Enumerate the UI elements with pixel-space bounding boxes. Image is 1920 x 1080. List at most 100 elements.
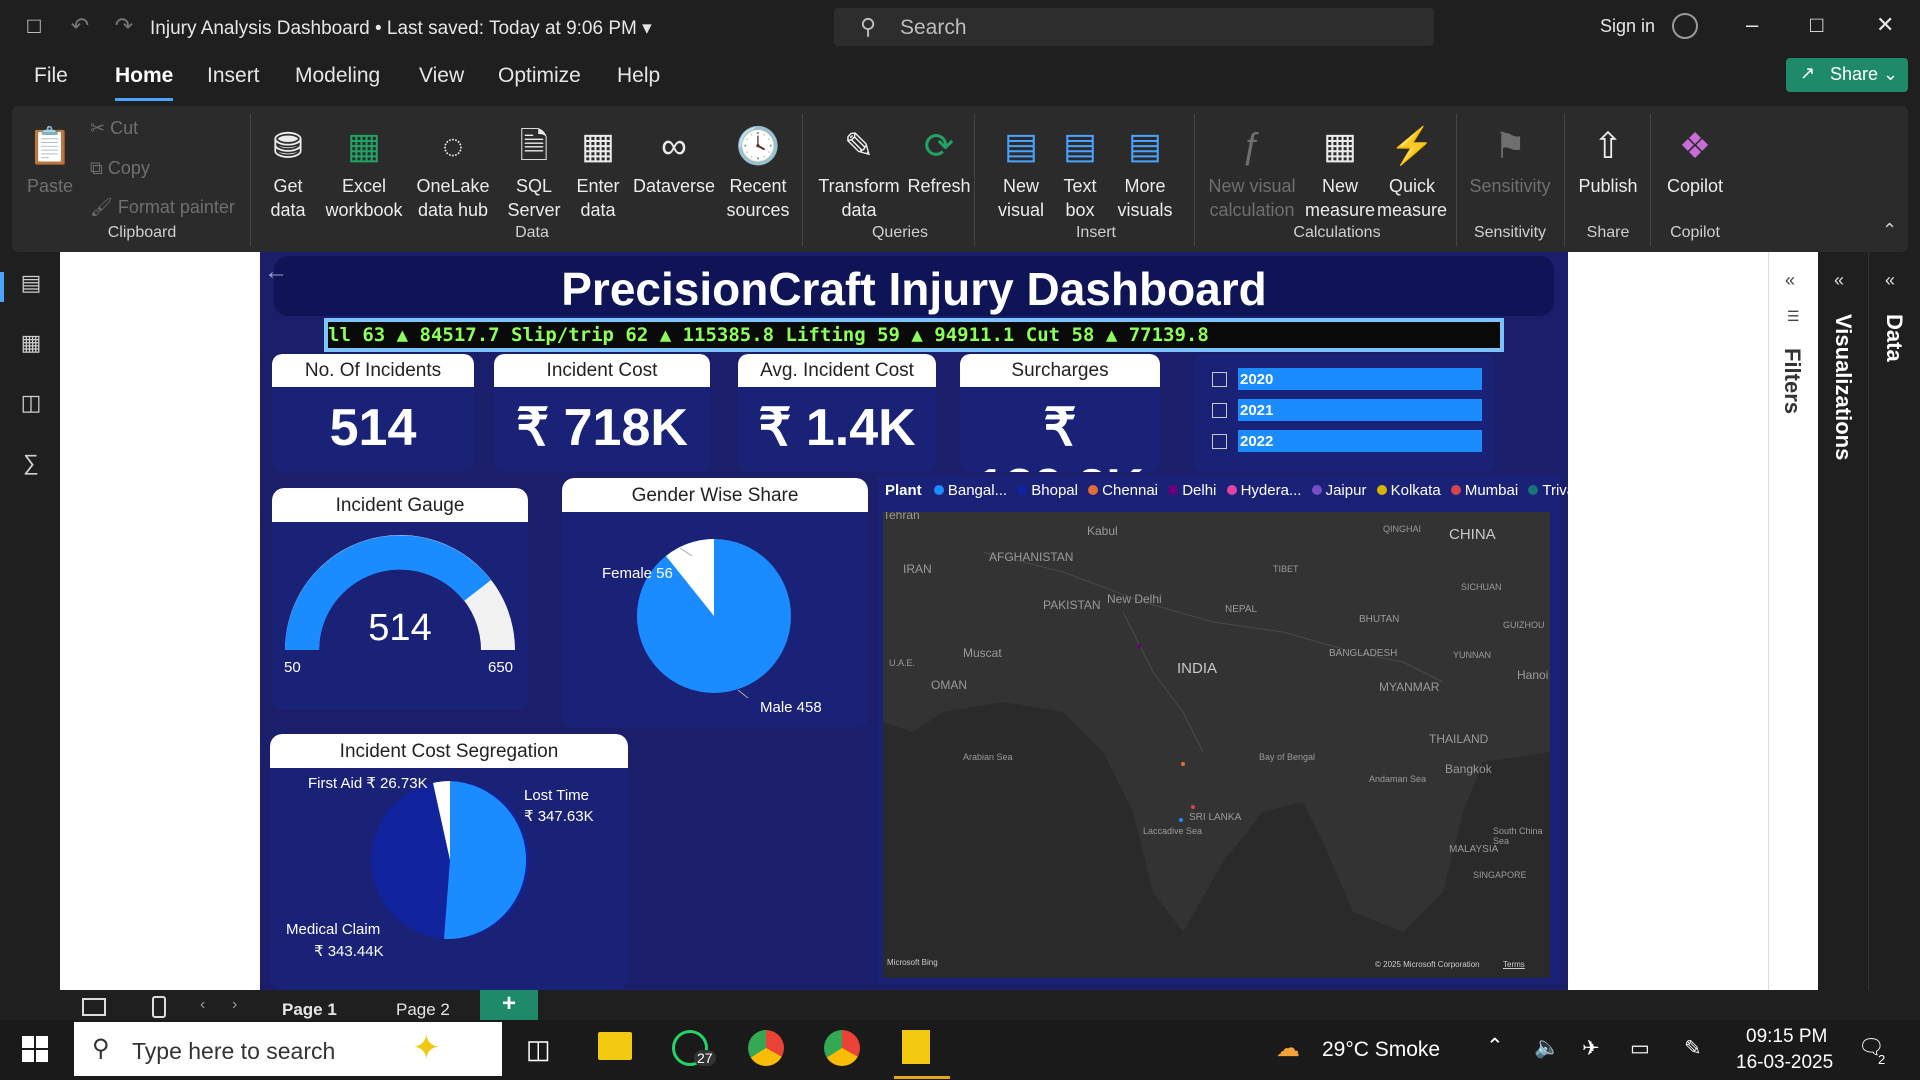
minimize-icon[interactable]: – bbox=[1746, 12, 1758, 38]
clock-time[interactable]: 09:15 PM bbox=[1746, 1026, 1827, 1048]
enter-data-button[interactable]: ▦ Enter data bbox=[568, 118, 628, 222]
plant-map-card[interactable]: Plant Bangal... Bhopal Chennai Delhi Hyd… bbox=[877, 476, 1568, 984]
pie-label-first-aid: First Aid ₹ 26.73K bbox=[308, 775, 428, 792]
dax-query-view-icon[interactable]: ∑ bbox=[16, 450, 46, 480]
collapse-visualizations-icon[interactable]: « bbox=[1834, 270, 1844, 291]
gender-share-card[interactable]: Gender Wise Share Female 56 Male 458 bbox=[562, 478, 868, 728]
visualizations-pane[interactable]: « Visualizations bbox=[1818, 252, 1868, 990]
collapse-filters-icon[interactable]: « bbox=[1785, 270, 1795, 291]
new-visual-calculation-button[interactable]: ƒ New visual calculation bbox=[1206, 118, 1298, 222]
page-tab-1[interactable]: Page 1 bbox=[282, 1000, 337, 1020]
model-view-icon[interactable]: ◫ bbox=[16, 390, 46, 420]
next-page-icon[interactable]: › bbox=[232, 996, 237, 1014]
menu-help[interactable]: Help bbox=[617, 64, 660, 88]
checkbox[interactable] bbox=[1212, 372, 1227, 387]
mobile-layout-icon[interactable] bbox=[152, 996, 166, 1018]
format-painter-button[interactable]: 🖌 Format painter bbox=[90, 197, 235, 218]
legend-item[interactable]: Delhi bbox=[1168, 482, 1216, 499]
transform-data-button[interactable]: ✎ Transform data bbox=[812, 118, 906, 222]
legend-item[interactable]: Kolkata bbox=[1376, 482, 1441, 499]
get-data-button[interactable]: ⛃ Get data bbox=[258, 118, 318, 222]
dataverse-button[interactable]: ∞ Dataverse bbox=[628, 118, 720, 198]
legend-item[interactable]: Bhopal bbox=[1017, 482, 1078, 499]
windows-start-icon[interactable] bbox=[22, 1036, 48, 1062]
publish-button[interactable]: ⇧ Publish bbox=[1572, 118, 1644, 198]
powerbi-taskbar-icon[interactable] bbox=[902, 1030, 930, 1064]
data-pane[interactable]: « Data bbox=[1868, 252, 1920, 990]
battery-icon[interactable]: ▭ bbox=[1630, 1036, 1650, 1061]
collapse-ribbon-icon[interactable]: ⌃ bbox=[1882, 220, 1897, 241]
incident-gauge-card[interactable]: Incident Gauge 514 50 650 bbox=[272, 488, 528, 710]
prev-page-icon[interactable]: ‹ bbox=[200, 996, 205, 1014]
excel-icon: ▦ bbox=[346, 125, 381, 166]
menu-view[interactable]: View bbox=[419, 64, 464, 88]
undo-icon[interactable]: ↶ bbox=[64, 10, 96, 42]
separator bbox=[1564, 114, 1565, 246]
checkbox[interactable] bbox=[1212, 403, 1227, 418]
active-view-indicator bbox=[0, 272, 4, 302]
collapse-data-icon[interactable]: « bbox=[1885, 270, 1895, 291]
save-icon[interactable]: □ bbox=[18, 10, 50, 42]
menu-file[interactable]: File bbox=[34, 64, 68, 88]
account-icon[interactable] bbox=[1672, 13, 1698, 39]
sql-server-button[interactable]: 🗎 SQL Server bbox=[506, 118, 562, 222]
legend-item[interactable]: Mumbai bbox=[1450, 482, 1518, 499]
excel-workbook-button[interactable]: ▦ Excel workbook bbox=[324, 118, 404, 222]
weather-icon[interactable]: ☁ bbox=[1276, 1034, 1300, 1063]
file-explorer-icon[interactable] bbox=[598, 1032, 632, 1060]
search-input[interactable]: ⚲ Search bbox=[834, 8, 1434, 46]
legend-item[interactable]: Hydera... bbox=[1226, 482, 1301, 499]
new-measure-button[interactable]: ▦ New measure bbox=[1300, 118, 1380, 222]
report-view-icon[interactable]: ▤ bbox=[16, 270, 46, 300]
document-title[interactable]: Injury Analysis Dashboard • Last saved: … bbox=[150, 17, 652, 40]
map-terms-link[interactable]: Terms bbox=[1503, 960, 1525, 969]
share-button[interactable]: ↗ Share ⌄ bbox=[1786, 58, 1908, 92]
copy-button[interactable]: ⧉ Copy bbox=[90, 158, 150, 179]
add-page-button[interactable]: + bbox=[480, 990, 538, 1020]
volume-icon[interactable]: 🔈 bbox=[1534, 1036, 1560, 1060]
legend-item[interactable]: Chennai bbox=[1088, 482, 1158, 499]
new-visual-button[interactable]: ▤ New visual bbox=[988, 118, 1054, 222]
menu-optimize[interactable]: Optimize bbox=[498, 64, 581, 88]
chrome-profile-icon[interactable] bbox=[824, 1030, 860, 1066]
more-visuals-button[interactable]: ▤ More visuals bbox=[1110, 118, 1180, 222]
sign-in-link[interactable]: Sign in bbox=[1600, 16, 1655, 37]
network-icon[interactable]: ✈ bbox=[1582, 1036, 1600, 1061]
menu-modeling[interactable]: Modeling bbox=[295, 64, 380, 88]
filters-pane[interactable]: « ☰ Filters bbox=[1768, 252, 1818, 990]
sensitivity-button[interactable]: ⚑ Sensitivity bbox=[1464, 118, 1556, 198]
taskbar-search-input[interactable]: ⚲ Type here to search ✦ bbox=[74, 1022, 502, 1076]
legend-item[interactable]: Jaipur bbox=[1311, 482, 1366, 499]
quick-measure-button[interactable]: ⚡ Quick measure bbox=[1372, 118, 1452, 222]
task-view-icon[interactable]: ◫ bbox=[526, 1034, 551, 1065]
map-view[interactable]: Tehran Kabul QINGHAI CHINA AFGHANISTAN I… bbox=[883, 512, 1550, 978]
refresh-button[interactable]: ⟳ Refresh bbox=[904, 118, 974, 198]
menu-home[interactable]: Home bbox=[115, 64, 173, 88]
paste-button[interactable]: 📋 Paste bbox=[26, 118, 74, 198]
pen-icon[interactable]: ✎ bbox=[1684, 1036, 1702, 1061]
copilot-button[interactable]: ❖ Copilot bbox=[1658, 118, 1732, 198]
search-icon: ⚲ bbox=[860, 14, 877, 39]
redo-icon[interactable]: ↷ bbox=[108, 10, 140, 42]
show-hidden-icons-icon[interactable]: ⌃ bbox=[1486, 1034, 1504, 1059]
weather-text[interactable]: 29°C Smoke bbox=[1322, 1038, 1440, 1062]
desktop-layout-icon[interactable] bbox=[82, 998, 106, 1016]
clock-date[interactable]: 16-03-2025 bbox=[1736, 1052, 1833, 1074]
legend-item[interactable]: Trivand... bbox=[1528, 482, 1568, 499]
table-view-icon[interactable]: ▦ bbox=[16, 330, 46, 360]
back-arrow-icon[interactable]: ← bbox=[264, 258, 288, 286]
text-box-button[interactable]: ▤ Text box bbox=[1052, 118, 1108, 222]
checkbox[interactable] bbox=[1212, 434, 1227, 449]
page-tab-2[interactable]: Page 2 bbox=[396, 1000, 450, 1020]
chrome-icon[interactable] bbox=[748, 1030, 784, 1066]
group-calculations: Calculations bbox=[1293, 224, 1381, 241]
cut-button[interactable]: ✂ Cut bbox=[90, 118, 138, 139]
view-switcher: ▤ ▦ ◫ ∑ bbox=[0, 252, 60, 990]
close-icon[interactable]: ✕ bbox=[1876, 12, 1894, 38]
onelake-data-hub-button[interactable]: ◌ OneLake data hub bbox=[410, 118, 496, 222]
legend-item[interactable]: Bangal... bbox=[933, 482, 1007, 499]
maximize-icon[interactable]: □ bbox=[1810, 12, 1823, 38]
menu-insert[interactable]: Insert bbox=[207, 64, 260, 88]
recent-sources-button[interactable]: 🕓 Recent sources bbox=[716, 118, 800, 222]
cost-segregation-card[interactable]: Incident Cost Segregation First Aid ₹ 26… bbox=[270, 734, 628, 990]
